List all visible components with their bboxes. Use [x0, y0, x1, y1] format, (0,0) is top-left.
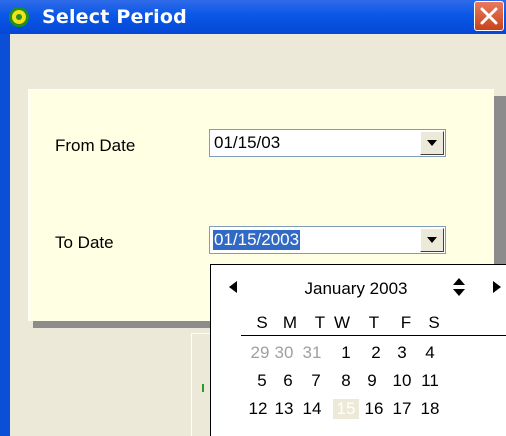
to-date-value[interactable]: 01/15/2003 — [213, 230, 301, 250]
window-title: Select Period — [42, 6, 187, 28]
next-month-button[interactable] — [491, 279, 503, 300]
calendar-day[interactable]: 12 — [247, 399, 269, 419]
calendar-day[interactable]: 16 — [363, 399, 385, 419]
calendar-day[interactable]: 5 — [251, 371, 273, 391]
weekday-label: S — [428, 313, 440, 332]
window-left-border — [0, 34, 10, 436]
to-date-label: To Date — [55, 233, 114, 252]
arrow-left-icon — [229, 281, 237, 293]
calendar-day[interactable]: 6 — [277, 371, 299, 391]
from-date-label: From Date — [55, 136, 136, 155]
calendar-day[interactable]: 30 — [273, 343, 295, 363]
calendar-day[interactable]: 31 — [301, 343, 323, 363]
close-button[interactable] — [474, 1, 504, 31]
chevron-down-icon — [427, 237, 437, 243]
weekday-label: M — [282, 313, 298, 332]
calendar-day-today[interactable]: 15 — [333, 399, 359, 419]
prev-month-button[interactable] — [227, 279, 239, 300]
weekday-label: T — [314, 313, 326, 332]
calendar-day[interactable]: 14 — [301, 399, 323, 419]
app-icon — [8, 6, 30, 28]
to-date-combo[interactable]: 01/15/2003 — [209, 226, 446, 254]
weekday-label: S — [256, 313, 268, 332]
weekday-divider — [241, 335, 506, 336]
partially-hidden-button[interactable] — [191, 333, 211, 436]
weekday-label: W — [333, 313, 351, 332]
weekday-label: F — [400, 313, 412, 332]
calendar-day[interactable]: 8 — [335, 371, 357, 391]
calendar-day[interactable]: 3 — [391, 343, 413, 363]
weekday-label: T — [368, 313, 380, 332]
calendar-day[interactable]: 29 — [249, 343, 271, 363]
to-date-dropdown-button[interactable] — [420, 228, 444, 252]
arrow-right-icon — [493, 281, 501, 293]
calendar-day[interactable]: 7 — [305, 371, 327, 391]
close-icon — [480, 7, 498, 25]
calendar-day[interactable]: 13 — [273, 399, 295, 419]
calendar-day[interactable]: 1 — [335, 343, 357, 363]
calendar-day[interactable]: 10 — [391, 371, 413, 391]
from-date-combo[interactable]: 01/15/03 — [209, 129, 446, 157]
chevron-down-icon — [427, 140, 437, 146]
calendar-dropdown[interactable]: January 2003 S M T W T F S 29 30 31 1 2 … — [210, 264, 506, 436]
button-mark — [202, 384, 204, 392]
calendar-day[interactable]: 2 — [365, 343, 387, 363]
up-down-icon — [453, 278, 465, 296]
year-spinner[interactable] — [451, 277, 467, 302]
calendar-day[interactable]: 9 — [361, 371, 383, 391]
calendar-day[interactable]: 17 — [391, 399, 413, 419]
calendar-day[interactable]: 4 — [419, 343, 441, 363]
from-date-dropdown-button[interactable] — [420, 131, 444, 155]
title-bar[interactable]: Select Period — [0, 0, 506, 34]
calendar-month-label: January 2003 — [304, 279, 408, 298]
calendar-day[interactable]: 11 — [419, 371, 441, 391]
calendar-header: January 2003 — [211, 265, 506, 309]
calendar-day[interactable]: 18 — [419, 399, 441, 419]
from-date-value: 01/15/03 — [214, 133, 281, 152]
